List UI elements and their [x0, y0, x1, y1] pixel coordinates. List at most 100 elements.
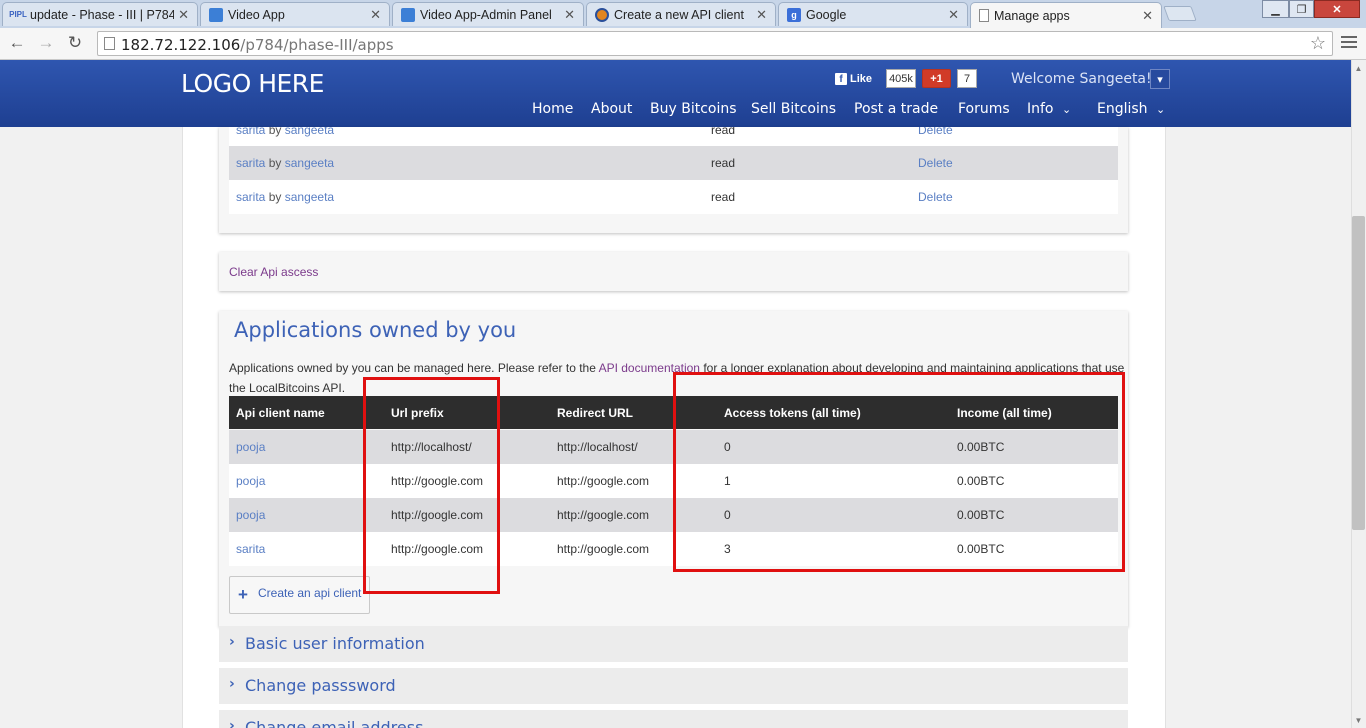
section-title: Applications owned by you	[234, 318, 517, 342]
user-link[interactable]: sangeeta	[285, 156, 334, 170]
user-link[interactable]: sangeeta	[285, 190, 334, 204]
api-client-link[interactable]: sarita	[236, 542, 265, 556]
app-link[interactable]: sarita	[236, 127, 265, 137]
close-window-icon[interactable]: ✕	[1314, 0, 1360, 18]
browser-tab[interactable]: Video App ✕	[200, 2, 390, 26]
browser-tab-strip: PIPL update - Phase - III | P784 ✕ Video…	[0, 0, 1366, 28]
back-arrow-icon[interactable]: ←	[6, 32, 28, 54]
redirect-url: http://localhost/	[557, 440, 638, 454]
welcome-text: Welcome Sangeeta!	[1011, 71, 1152, 87]
column-header: Api client name	[236, 406, 325, 420]
redirect-url: http://google.com	[557, 474, 650, 488]
minimize-icon[interactable]: ▁	[1262, 0, 1289, 18]
create-api-client-label: Create an api client	[258, 586, 362, 600]
table-row: sarita by sangeeta read Delete	[229, 127, 1118, 146]
api-client-link[interactable]: pooja	[236, 508, 265, 522]
redirect-url: http://google.com	[557, 508, 650, 522]
delete-link[interactable]: Delete	[918, 156, 953, 170]
annotation-box-url-prefix	[363, 377, 500, 594]
tab-title: Google	[806, 7, 847, 22]
nav-language[interactable]: English	[1097, 101, 1148, 117]
globe-favicon-icon	[595, 7, 609, 22]
close-tab-icon[interactable]: ✕	[756, 7, 767, 23]
nav-post-a-trade[interactable]: Post a trade	[854, 101, 938, 117]
pipl-favicon-icon: PIPL	[9, 10, 27, 19]
by-text: by	[268, 127, 282, 137]
app-favicon-icon	[209, 7, 223, 22]
redirect-url: http://google.com	[557, 542, 650, 556]
column-header: Redirect URL	[557, 406, 634, 420]
section-label: Change email address	[245, 718, 424, 728]
user-menu-chevron-down-icon[interactable]: ▾	[1150, 69, 1170, 89]
close-tab-icon[interactable]: ✕	[564, 7, 575, 23]
tab-title: Video App	[228, 7, 285, 22]
section-basic-user-information[interactable]: › Basic user information	[219, 626, 1128, 662]
nav-sell-bitcoins[interactable]: Sell Bitcoins	[751, 101, 836, 117]
nav-about[interactable]: About	[591, 101, 632, 117]
chevron-right-icon: ›	[229, 676, 235, 692]
browser-menu-icon[interactable]	[1341, 36, 1357, 50]
restore-icon[interactable]: ❐	[1289, 0, 1314, 18]
clear-api-access-link[interactable]: Clear Api ascess	[229, 265, 318, 279]
tab-title: Manage apps	[994, 8, 1070, 23]
url-host: 182.72.122.106	[121, 36, 241, 54]
address-bar-area: ← → ↻ 182.72.122.106/p784/phase-III/apps…	[0, 28, 1366, 60]
user-link[interactable]: sangeeta	[285, 127, 334, 137]
forward-arrow-icon[interactable]: →	[35, 32, 57, 54]
tab-title: Create a new API client	[614, 7, 744, 22]
app-link[interactable]: sarita	[236, 190, 265, 204]
facebook-like-count: 405k	[886, 69, 916, 88]
permission: read	[711, 190, 736, 204]
browser-tab[interactable]: g Google ✕	[778, 2, 968, 26]
page-icon	[104, 37, 115, 50]
delete-link[interactable]: Delete	[918, 190, 953, 204]
facebook-like-label: Like	[850, 73, 873, 85]
nav-home[interactable]: Home	[532, 101, 573, 117]
scroll-up-icon[interactable]: ▲	[1352, 62, 1365, 75]
page-favicon-icon	[979, 9, 989, 22]
create-api-client-button[interactable]: + Create an api client	[229, 576, 370, 614]
info-chevron-down-icon: ⌄	[1062, 103, 1072, 116]
section-change-password[interactable]: › Change passsword	[219, 668, 1128, 704]
app-favicon-icon	[401, 7, 415, 22]
close-tab-icon[interactable]: ✕	[1142, 8, 1153, 24]
section-label: Basic user information	[245, 634, 425, 653]
by-text: by	[268, 190, 282, 204]
permission: read	[711, 156, 736, 170]
facebook-icon: f	[835, 73, 847, 85]
section-change-email[interactable]: › Change email address	[219, 710, 1128, 728]
section-label: Change passsword	[245, 676, 396, 695]
tab-title: Video App-Admin Panel	[420, 7, 552, 22]
delete-link[interactable]: Delete	[918, 127, 953, 137]
facebook-like-button[interactable]: f Like	[835, 70, 872, 88]
browser-tab-active[interactable]: Manage apps ✕	[970, 2, 1162, 28]
api-client-link[interactable]: pooja	[236, 440, 265, 454]
browser-tab[interactable]: PIPL update - Phase - III | P784 ✕	[2, 2, 198, 26]
nav-buy-bitcoins[interactable]: Buy Bitcoins	[650, 101, 737, 117]
reload-icon[interactable]: ↻	[64, 32, 86, 54]
plus-icon: +	[238, 585, 248, 604]
scroll-down-icon[interactable]: ▼	[1352, 714, 1365, 727]
tab-title: update - Phase - III | P784	[30, 7, 175, 22]
clear-api-panel	[219, 252, 1128, 291]
chevron-right-icon: ›	[229, 718, 235, 728]
nav-info[interactable]: Info	[1027, 101, 1054, 117]
browser-tab[interactable]: Create a new API client ✕	[586, 2, 776, 26]
scrollbar-thumb[interactable]	[1352, 216, 1365, 530]
language-chevron-down-icon: ⌄	[1156, 103, 1166, 116]
close-tab-icon[interactable]: ✕	[178, 7, 189, 23]
app-link[interactable]: sarita	[236, 156, 265, 170]
chevron-right-icon: ›	[229, 634, 235, 650]
close-tab-icon[interactable]: ✕	[948, 7, 959, 23]
close-tab-icon[interactable]: ✕	[370, 7, 381, 23]
google-plus-button[interactable]: +1	[922, 69, 951, 88]
table-row: sarita by sangeeta read Delete	[229, 146, 1118, 180]
site-logo[interactable]: LOGO HERE	[181, 69, 324, 98]
new-tab-button[interactable]	[1163, 6, 1197, 21]
nav-forums[interactable]: Forums	[958, 101, 1010, 117]
bookmark-star-icon[interactable]: ☆	[1310, 33, 1326, 54]
desc-text: Applications owned by you can be managed…	[229, 361, 599, 375]
api-client-link[interactable]: pooja	[236, 474, 265, 488]
url-input[interactable]: 182.72.122.106/p784/phase-III/apps ☆	[97, 31, 1333, 56]
browser-tab[interactable]: Video App-Admin Panel ✕	[392, 2, 584, 26]
